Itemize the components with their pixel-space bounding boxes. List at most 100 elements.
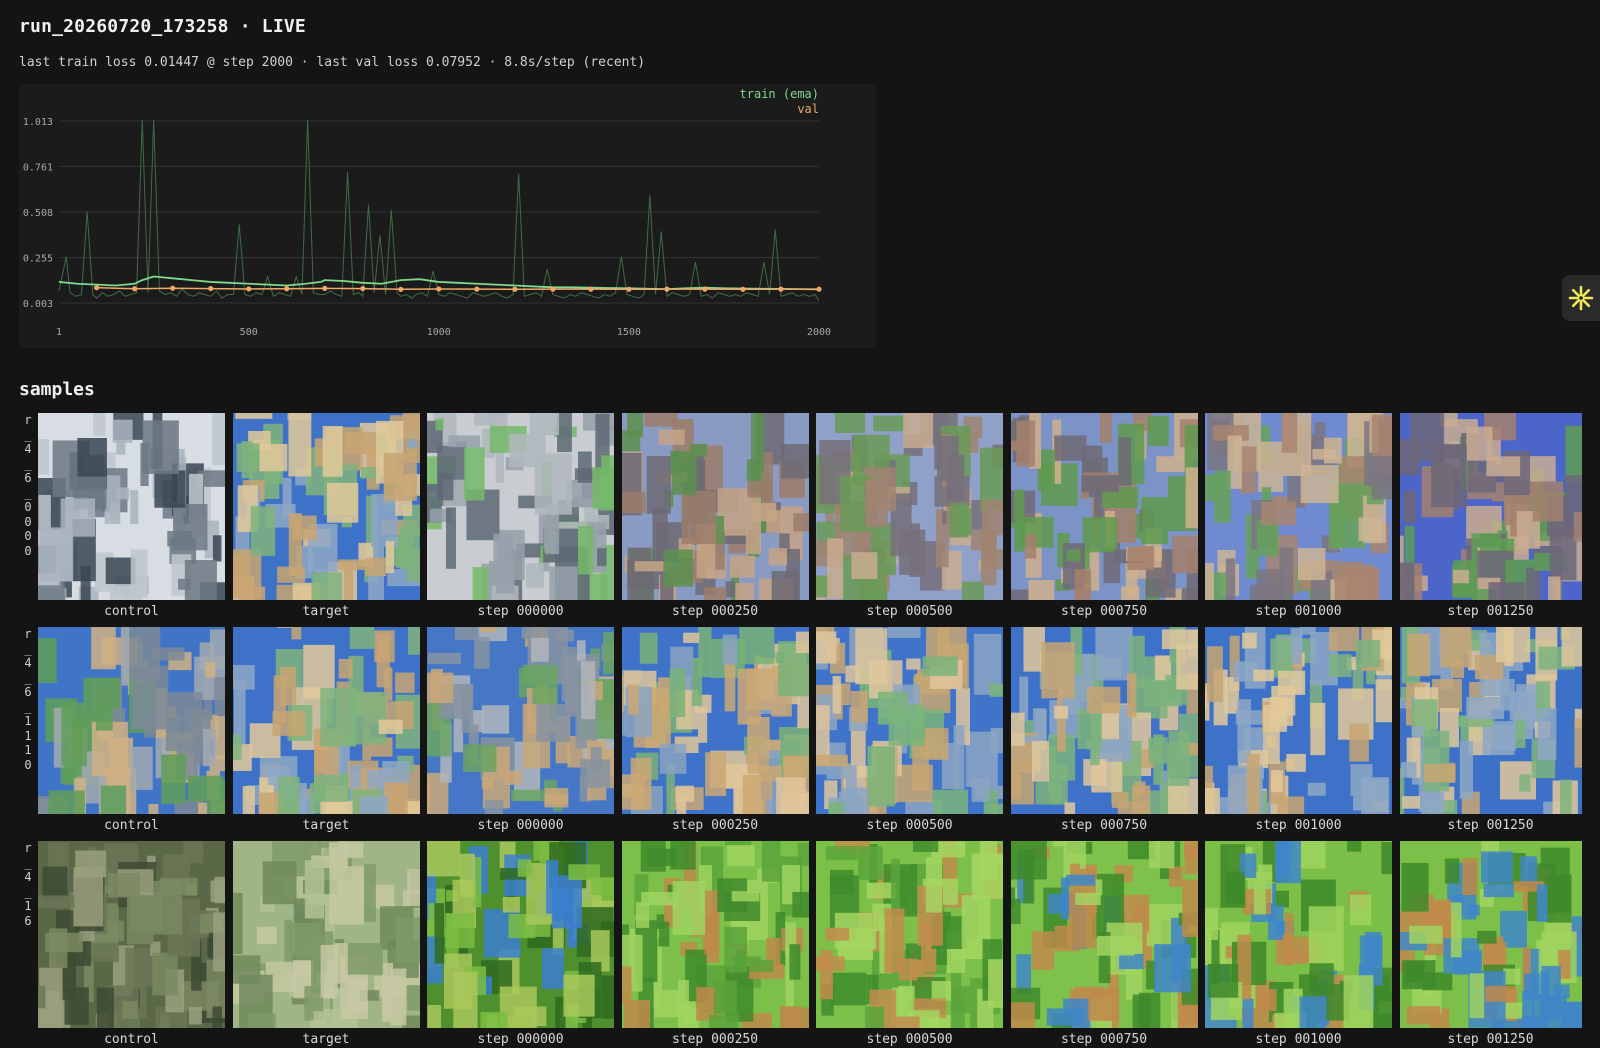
image-block bbox=[724, 927, 747, 973]
image-block bbox=[747, 481, 772, 498]
val-point bbox=[512, 287, 517, 292]
sample-tile[interactable]: step 000750 bbox=[1011, 627, 1198, 834]
val-point bbox=[246, 286, 251, 291]
sample-image[interactable] bbox=[622, 841, 809, 1028]
sample-image[interactable] bbox=[233, 841, 420, 1028]
image-block bbox=[1226, 559, 1235, 600]
sample-tile[interactable]: step 000000 bbox=[427, 413, 614, 620]
image-block bbox=[1537, 708, 1556, 760]
image-block bbox=[212, 1006, 221, 1028]
sample-image[interactable] bbox=[622, 413, 809, 600]
image-block bbox=[1256, 569, 1284, 600]
image-block bbox=[1205, 563, 1214, 600]
sample-caption: step 001250 bbox=[1400, 1032, 1582, 1048]
sample-image[interactable] bbox=[816, 413, 1003, 600]
sample-tile[interactable]: step 001000 bbox=[1205, 627, 1392, 834]
val-point bbox=[208, 286, 213, 291]
image-block bbox=[236, 443, 259, 471]
image-block bbox=[344, 432, 375, 454]
sample-tile[interactable]: step 000750 bbox=[1011, 413, 1198, 620]
sample-image[interactable] bbox=[427, 413, 614, 600]
sample-tile[interactable]: step 001000 bbox=[1205, 841, 1392, 1048]
sample-tile[interactable]: target bbox=[233, 841, 420, 1048]
sample-image[interactable] bbox=[816, 627, 1003, 814]
sample-image-art bbox=[38, 413, 225, 600]
image-block bbox=[326, 483, 357, 523]
sample-tile[interactable]: control bbox=[38, 841, 225, 1048]
sample-tile[interactable]: target bbox=[233, 413, 420, 620]
image-block bbox=[988, 959, 1003, 1008]
image-block bbox=[816, 956, 845, 971]
sample-tile[interactable]: step 001250 bbox=[1400, 841, 1582, 1048]
assistant-button[interactable] bbox=[1562, 275, 1600, 321]
sample-image[interactable] bbox=[1011, 841, 1198, 1028]
image-block bbox=[903, 413, 933, 448]
sample-tile[interactable]: target bbox=[233, 627, 420, 834]
sample-image[interactable] bbox=[38, 413, 225, 600]
val-point bbox=[588, 287, 593, 292]
image-block bbox=[110, 503, 119, 520]
sample-tile[interactable]: step 000500 bbox=[816, 413, 1003, 620]
image-block bbox=[132, 666, 168, 730]
image-block bbox=[730, 556, 755, 578]
image-block bbox=[1011, 743, 1034, 805]
sample-image[interactable] bbox=[622, 627, 809, 814]
sample-caption: step 001250 bbox=[1400, 818, 1582, 834]
image-block bbox=[1545, 874, 1571, 922]
sample-tile[interactable]: step 000750 bbox=[1011, 841, 1198, 1048]
image-block bbox=[1275, 841, 1301, 883]
sample-tile[interactable]: control bbox=[38, 413, 225, 620]
image-block bbox=[496, 566, 514, 594]
image-block bbox=[242, 786, 254, 814]
sample-tile[interactable]: step 001250 bbox=[1400, 627, 1582, 834]
sample-image[interactable] bbox=[427, 627, 614, 814]
sample-image[interactable] bbox=[1205, 413, 1392, 600]
sample-image[interactable] bbox=[1400, 627, 1582, 814]
image-block bbox=[1466, 697, 1504, 719]
legend-train: train (ema) bbox=[740, 87, 819, 101]
image-block bbox=[1503, 969, 1520, 985]
image-block bbox=[233, 549, 261, 598]
sample-tile[interactable]: step 001000 bbox=[1205, 413, 1392, 620]
image-block bbox=[1466, 427, 1492, 462]
image-block bbox=[1329, 654, 1351, 677]
image-block bbox=[1088, 988, 1119, 1021]
sample-tile[interactable]: step 000000 bbox=[427, 627, 614, 834]
sample-tile[interactable]: step 000000 bbox=[427, 841, 614, 1048]
sample-image[interactable] bbox=[816, 841, 1003, 1028]
x-tick-label: 1500 bbox=[617, 327, 641, 338]
sample-image[interactable] bbox=[233, 627, 420, 814]
sample-tile[interactable]: step 000250 bbox=[622, 627, 809, 834]
image-block bbox=[1052, 841, 1066, 846]
sample-tile[interactable]: step 000500 bbox=[816, 841, 1003, 1048]
image-block bbox=[345, 943, 382, 975]
sample-tile[interactable]: step 000250 bbox=[622, 413, 809, 620]
sample-image[interactable] bbox=[1205, 841, 1392, 1028]
image-block bbox=[704, 891, 719, 955]
image-block bbox=[1011, 713, 1025, 746]
image-block bbox=[311, 572, 341, 600]
image-block bbox=[1347, 841, 1361, 852]
sample-tile[interactable]: step 000500 bbox=[816, 627, 1003, 834]
sample-tile[interactable]: step 000250 bbox=[622, 841, 809, 1048]
image-block bbox=[1374, 1018, 1387, 1028]
image-block bbox=[780, 793, 808, 814]
image-block bbox=[1207, 646, 1223, 702]
sample-image[interactable] bbox=[1011, 627, 1198, 814]
sample-image[interactable] bbox=[1205, 627, 1392, 814]
sample-image[interactable] bbox=[233, 413, 420, 600]
sample-tile[interactable]: control bbox=[38, 627, 225, 834]
image-block bbox=[247, 1013, 275, 1028]
y-tick-label: 0.508 bbox=[23, 208, 53, 219]
sample-image[interactable] bbox=[1400, 413, 1582, 600]
image-block bbox=[749, 960, 773, 972]
sample-image[interactable] bbox=[38, 627, 225, 814]
val-point bbox=[778, 287, 783, 292]
sample-tile[interactable]: step 001250 bbox=[1400, 413, 1582, 620]
sample-image[interactable] bbox=[1011, 413, 1198, 600]
sample-image[interactable] bbox=[1400, 841, 1582, 1028]
sample-image[interactable] bbox=[427, 841, 614, 1028]
sample-image[interactable] bbox=[38, 841, 225, 1028]
image-block bbox=[1074, 569, 1091, 600]
image-block bbox=[1400, 762, 1416, 777]
